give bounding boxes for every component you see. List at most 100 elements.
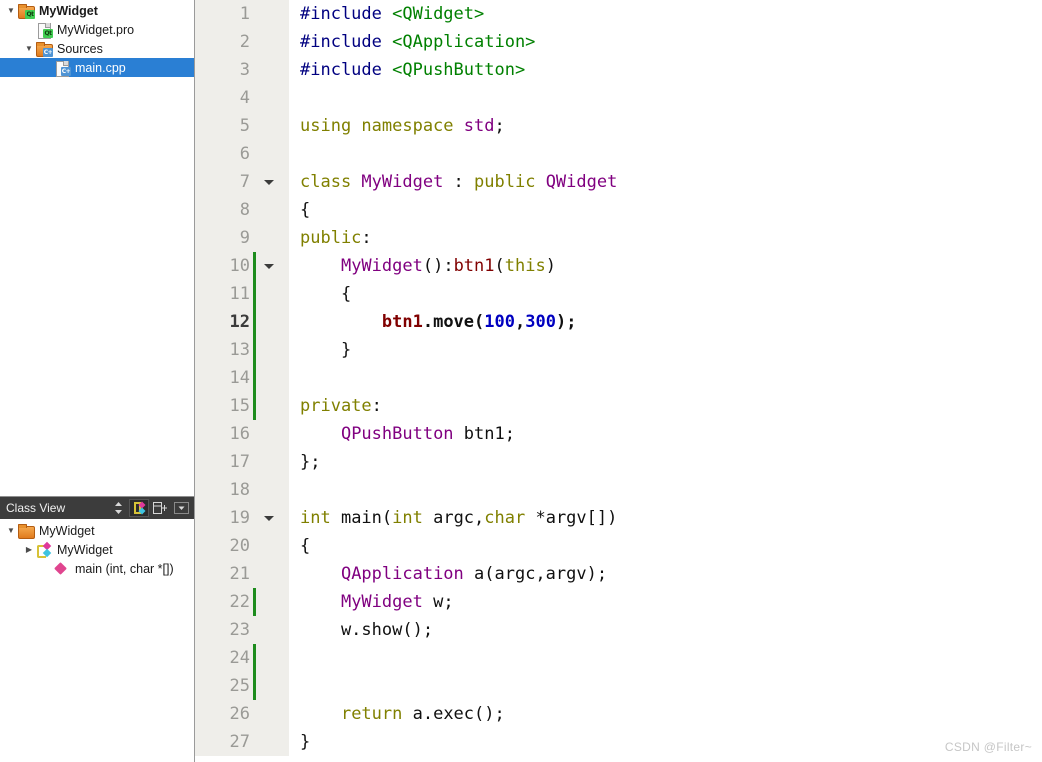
cpp-badge: C+ [43, 47, 53, 57]
qt-badge: Qt [43, 28, 53, 38]
folder-icon [18, 523, 35, 539]
code-line[interactable]: 19 int main(int argc,char *argv[]) [195, 504, 1042, 532]
code-line[interactable]: 1 #include <QWidget> [195, 0, 1042, 28]
code-line-text: #include <QWidget> [289, 0, 1042, 28]
line-number: 14 [195, 364, 253, 392]
code-line[interactable]: 10 MyWidget():btn1(this) [195, 252, 1042, 280]
line-number: 15 [195, 392, 253, 420]
fold-placeholder [258, 588, 279, 616]
code-token-kw: private [300, 396, 372, 416]
code-line[interactable]: 22 MyWidget w; [195, 588, 1042, 616]
code-line[interactable]: 27} [195, 728, 1042, 756]
code-line[interactable]: 23 w.show(); [195, 616, 1042, 644]
code-token-kw: public [474, 172, 546, 192]
code-lines-container[interactable]: 1 #include <QWidget> 2 #include <QApplicati… [195, 0, 1042, 762]
class-view-item-row[interactable]: ▶ MyWidget [0, 540, 194, 559]
class-view-title: Class View [6, 501, 66, 515]
code-editor-pane[interactable]: 1 #include <QWidget> 2 #include <QApplicati… [195, 0, 1042, 762]
code-line[interactable]: 16 QPushButton btn1; [195, 420, 1042, 448]
code-line[interactable]: 25 [195, 672, 1042, 700]
fold-toggle-icon[interactable] [258, 504, 279, 532]
fold-placeholder [258, 336, 279, 364]
code-token-plain: : [361, 228, 372, 248]
code-line-text: public: [289, 224, 1042, 252]
code-token-kw: public [300, 228, 362, 248]
twisty-down-icon[interactable]: ▼ [22, 44, 36, 53]
code-line[interactable]: 20 { [195, 532, 1042, 560]
qt-badge: Qt [25, 9, 35, 19]
code-line[interactable]: 17}; [195, 448, 1042, 476]
file-cpp-icon: C+ [54, 60, 71, 77]
code-line[interactable]: 11 { [195, 280, 1042, 308]
code-line[interactable]: 24 [195, 644, 1042, 672]
code-line[interactable]: 15 private: [195, 392, 1042, 420]
code-token-plain: ) [545, 256, 556, 276]
code-line[interactable]: 8{ [195, 196, 1042, 224]
code-token-cls: QPushButton [340, 424, 454, 444]
fold-placeholder [258, 140, 279, 168]
code-line[interactable]: 5 using namespace std; [195, 112, 1042, 140]
class-view-item-label: MyWidget [57, 542, 113, 557]
line-number: 9 [195, 224, 253, 252]
code-line[interactable]: 14 [195, 364, 1042, 392]
fold-placeholder [258, 420, 279, 448]
sort-arrows-icon [113, 501, 124, 515]
line-number: 16 [195, 420, 253, 448]
line-number: 19 [195, 504, 253, 532]
code-token-cls: MyWidget [340, 256, 423, 276]
code-token-str: <QWidget> [392, 4, 485, 24]
class-view-item-row[interactable]: ▼ MyWidget [0, 521, 194, 540]
class-view-item-label: MyWidget [39, 523, 95, 538]
class-view-tree[interactable]: ▼ MyWidget ▶ MyWidget main (int, char *[]) [0, 519, 194, 762]
code-line[interactable]: 6 [195, 140, 1042, 168]
fold-toggle-icon[interactable] [258, 252, 279, 280]
twisty-down-icon[interactable]: ▼ [4, 6, 18, 15]
code-line[interactable]: 9 public: [195, 224, 1042, 252]
code-line[interactable]: 4 [195, 84, 1042, 112]
line-number: 2 [195, 28, 253, 56]
fold-placeholder [258, 476, 279, 504]
fold-placeholder [258, 560, 279, 588]
class-view-header: Class View [0, 497, 194, 519]
project-tree-item-row[interactable]: C+ main.cpp [0, 58, 194, 77]
project-tree-item-label: MyWidget.pro [57, 22, 135, 37]
code-token-cls: std [463, 116, 495, 136]
class-view-item-row[interactable]: main (int, char *[]) [0, 559, 194, 578]
filter-menu-button[interactable] [171, 499, 191, 517]
code-line[interactable]: 2 #include <QApplication> [195, 28, 1042, 56]
fold-placeholder [258, 532, 279, 560]
sync-selection-button[interactable] [129, 499, 149, 517]
project-tree-item-row[interactable]: ▼ C+ Sources [0, 39, 194, 58]
code-line-text: MyWidget w; [289, 588, 1042, 616]
code-line[interactable]: 7 class MyWidget : public QWidget [195, 168, 1042, 196]
expand-all-button[interactable] [150, 499, 170, 517]
sort-toggle-button[interactable] [108, 499, 128, 517]
fold-toggle-icon[interactable] [258, 168, 279, 196]
code-token-str: <QPushButton> [392, 60, 526, 80]
gutter-padding [279, 560, 289, 588]
code-line[interactable]: 21 QApplication a(argc,argv); [195, 560, 1042, 588]
code-line[interactable]: 13 } [195, 336, 1042, 364]
gutter-padding [279, 0, 289, 28]
code-token-plain: } [300, 732, 311, 752]
code-line[interactable]: 26 return a.exec(); [195, 700, 1042, 728]
fold-placeholder [258, 700, 279, 728]
project-tree-panel[interactable]: ▼ Qt MyWidget Qt MyWidget.pro ▼ C+ Sources C+ mai… [0, 0, 194, 496]
project-tree-item-label: MyWidget [39, 3, 98, 18]
line-number: 20 [195, 532, 253, 560]
twisty-right-icon[interactable]: ▶ [22, 545, 36, 554]
project-tree-item-row[interactable]: Qt MyWidget.pro [0, 20, 194, 39]
code-line[interactable]: 3 #include <QPushButton> [195, 56, 1042, 84]
twisty-down-icon[interactable]: ▼ [4, 526, 18, 535]
line-number: 18 [195, 476, 253, 504]
line-number: 7 [195, 168, 253, 196]
fold-placeholder [258, 672, 279, 700]
line-number: 8 [195, 196, 253, 224]
project-tree-item-row[interactable]: ▼ Qt MyWidget [0, 1, 194, 20]
code-token-pre: #include [300, 60, 393, 80]
code-line[interactable]: 12 btn1.move(100,300); [195, 308, 1042, 336]
code-line[interactable]: 18 [195, 476, 1042, 504]
code-token-plain: main( [340, 508, 393, 528]
